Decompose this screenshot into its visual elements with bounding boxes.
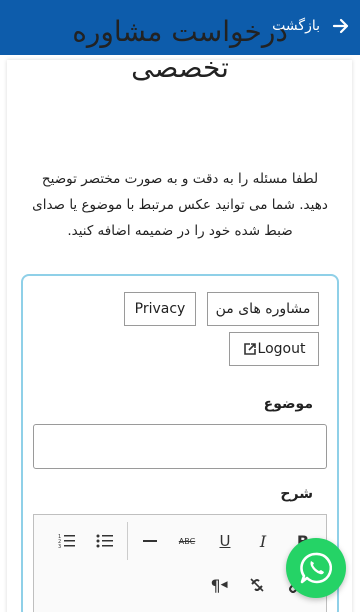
rtl-arrow-glyph: ◀ xyxy=(220,580,228,590)
bulleted-list-icon[interactable] xyxy=(92,528,118,554)
page-description: لطفا مسئله را به دقت و به صورت مختصر توض… xyxy=(32,171,328,239)
paragraph-direction-icon[interactable]: ¶ ◀ xyxy=(206,572,232,598)
unlink-icon[interactable] xyxy=(244,572,270,598)
my-consults-button[interactable]: مشاوره های من xyxy=(207,292,319,326)
logout-label: Logout xyxy=(257,341,306,357)
toolbar-divider xyxy=(127,522,128,560)
whatsapp-chat-button[interactable] xyxy=(286,538,346,598)
page-title: درخواست مشاوره تخصصی xyxy=(0,14,360,86)
subject-label: موضوع xyxy=(263,396,313,412)
privacy-button[interactable]: Privacy xyxy=(124,292,196,326)
horizontal-rule-icon[interactable] xyxy=(137,528,163,554)
ordered-list-icon[interactable]: 1 2 3 xyxy=(54,528,80,554)
whatsapp-icon xyxy=(300,552,333,584)
strikethrough-icon[interactable]: ABC xyxy=(174,528,200,554)
logout-button[interactable]: Logout xyxy=(229,332,319,366)
underline-icon[interactable]: U xyxy=(212,528,238,554)
page-title-text: درخواست مشاوره تخصصی xyxy=(72,15,288,84)
paragraph-glyph: ¶ xyxy=(210,575,221,595)
external-link-icon xyxy=(243,343,256,355)
svg-text:3: 3 xyxy=(58,544,61,549)
italic-icon[interactable]: I xyxy=(250,528,276,554)
description-label: شرح xyxy=(280,486,313,502)
subject-input[interactable] xyxy=(33,424,327,469)
